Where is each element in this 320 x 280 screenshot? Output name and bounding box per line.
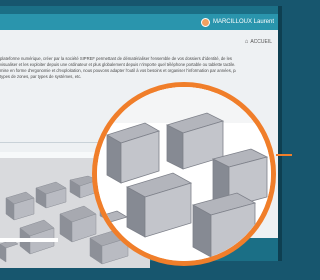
top-bar: MARCILLOUX Laurent (0, 14, 278, 30)
intro-text: plateforme numérique, créer par la socié… (0, 56, 236, 80)
avatar-icon (200, 17, 210, 27)
username-label: MARCILLOUX Laurent (212, 19, 274, 25)
zoom-lens (92, 82, 276, 266)
breadcrumb[interactable]: ⌂ ACCUEIL (245, 39, 272, 45)
zoomed-city-view (97, 87, 271, 261)
intro-line: types de zones, par types de systèmes, e… (0, 74, 82, 79)
user-menu[interactable]: MARCILLOUX Laurent (200, 17, 274, 27)
progress-strip (0, 238, 58, 242)
home-icon: ⌂ (244, 39, 249, 45)
callout-connector (276, 154, 292, 156)
device-frame: MARCILLOUX Laurent ⌂ ACCUEIL plateforme … (0, 0, 292, 280)
breadcrumb-home-label: ACCUEIL (250, 39, 272, 45)
